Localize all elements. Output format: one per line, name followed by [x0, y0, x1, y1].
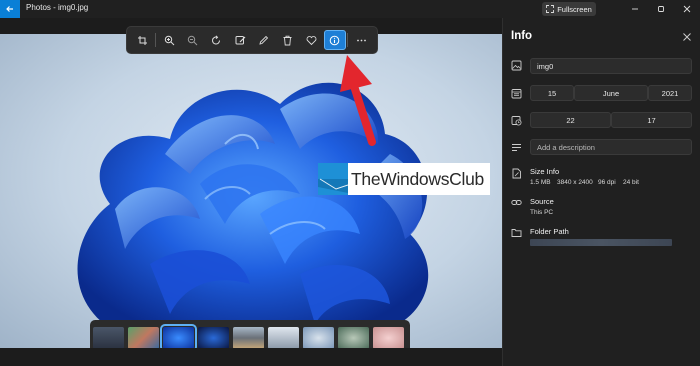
clock-calendar-icon	[511, 116, 522, 126]
file-size-icon	[512, 168, 521, 179]
maximize-icon	[658, 6, 664, 12]
thumbnail[interactable]	[373, 327, 404, 349]
edit-image-button[interactable]	[229, 30, 251, 50]
title-bar: Photos - img0.jpg Fullscreen	[0, 0, 700, 18]
zoom-in-button[interactable]	[158, 30, 180, 50]
annotation-arrow	[340, 55, 376, 146]
thumbnail[interactable]	[303, 327, 334, 349]
back-button[interactable]	[0, 0, 20, 18]
delete-button[interactable]	[276, 30, 298, 50]
description-input[interactable]: Add a description	[530, 139, 692, 155]
draw-button[interactable]	[253, 30, 275, 50]
draw-icon	[259, 35, 269, 45]
date-year-value: 2021	[661, 88, 679, 98]
description-icon	[512, 144, 521, 151]
fullscreen-label: Fullscreen	[557, 4, 592, 14]
close-panel-button[interactable]	[681, 30, 693, 42]
favorite-icon	[306, 35, 316, 45]
more-options-icon	[356, 39, 366, 41]
thumbnail-selected[interactable]	[160, 324, 197, 352]
edit-image-icon	[235, 35, 246, 44]
toolbar-divider	[155, 33, 157, 47]
folder-path-value-redacted[interactable]	[530, 239, 672, 246]
file-size-value: 1.5 MB	[530, 179, 551, 186]
info-panel-title: Info	[511, 30, 533, 42]
rotate-icon	[212, 34, 220, 45]
date-day-field[interactable]: 15	[530, 85, 574, 101]
thumbnail[interactable]	[338, 327, 369, 349]
thumbnail[interactable]	[93, 327, 124, 349]
date-year-field[interactable]: 2021	[648, 85, 692, 101]
bit-depth-value: 24 bit	[623, 179, 639, 186]
crop-button[interactable]	[132, 30, 154, 50]
dimensions-value: 3840 x 2400	[557, 179, 593, 186]
time-hour-field[interactable]: 22	[530, 112, 611, 128]
photo-toolbar	[126, 26, 378, 54]
info-panel: Info img0 15 June 2021 22 17 Add a descr…	[502, 18, 700, 366]
crop-icon	[138, 35, 148, 45]
image-icon	[511, 60, 522, 71]
thumbnail[interactable]	[198, 327, 229, 349]
thumbnail[interactable]	[268, 327, 299, 349]
window-title: Photos - img0.jpg	[26, 3, 89, 12]
viewer-bottom-bar	[0, 348, 502, 366]
toolbar-divider	[347, 33, 349, 47]
favorite-button[interactable]	[300, 30, 322, 50]
close-icon	[683, 33, 691, 41]
date-month-field[interactable]: June	[574, 85, 648, 101]
zoom-in-icon	[164, 35, 174, 45]
date-month-value: June	[602, 88, 620, 98]
minimize-icon	[632, 8, 638, 10]
size-info-label: Size Info	[530, 167, 560, 176]
folder-icon	[511, 229, 522, 237]
fullscreen-icon	[546, 5, 555, 13]
rotate-button[interactable]	[205, 30, 227, 50]
close-icon	[683, 5, 691, 13]
filename-value: img0	[537, 61, 554, 71]
dpi-value: 96 dpi	[598, 179, 616, 186]
source-value: This PC	[530, 209, 554, 216]
time-hour-value: 22	[566, 115, 575, 125]
minimize-button[interactable]	[626, 2, 644, 16]
time-minute-field[interactable]: 17	[611, 112, 692, 128]
date-day-value: 15	[547, 88, 557, 98]
back-arrow-icon	[6, 6, 13, 12]
fullscreen-button[interactable]: Fullscreen	[542, 2, 596, 16]
filename-field[interactable]: img0	[530, 58, 692, 74]
close-window-button[interactable]	[678, 2, 696, 16]
thumbnail[interactable]	[128, 327, 159, 349]
info-icon	[329, 35, 340, 45]
calendar-icon	[511, 89, 522, 99]
zoom-out-icon	[188, 35, 198, 45]
watermark-text: TheWindowsClub	[351, 168, 484, 189]
thumbnail[interactable]	[233, 327, 264, 349]
zoom-out-button[interactable]	[182, 30, 204, 50]
info-button[interactable]	[323, 30, 346, 50]
delete-icon	[283, 35, 292, 45]
folder-path-label: Folder Path	[530, 227, 569, 236]
maximize-button[interactable]	[652, 2, 670, 16]
watermark: TheWindowsClub	[318, 163, 490, 195]
windows-logo-icon	[318, 163, 349, 195]
time-minute-value: 17	[647, 115, 656, 125]
more-options-button[interactable]	[350, 30, 372, 50]
description-placeholder: Add a description	[537, 142, 595, 152]
link-icon	[511, 200, 522, 205]
source-label: Source	[530, 197, 554, 206]
